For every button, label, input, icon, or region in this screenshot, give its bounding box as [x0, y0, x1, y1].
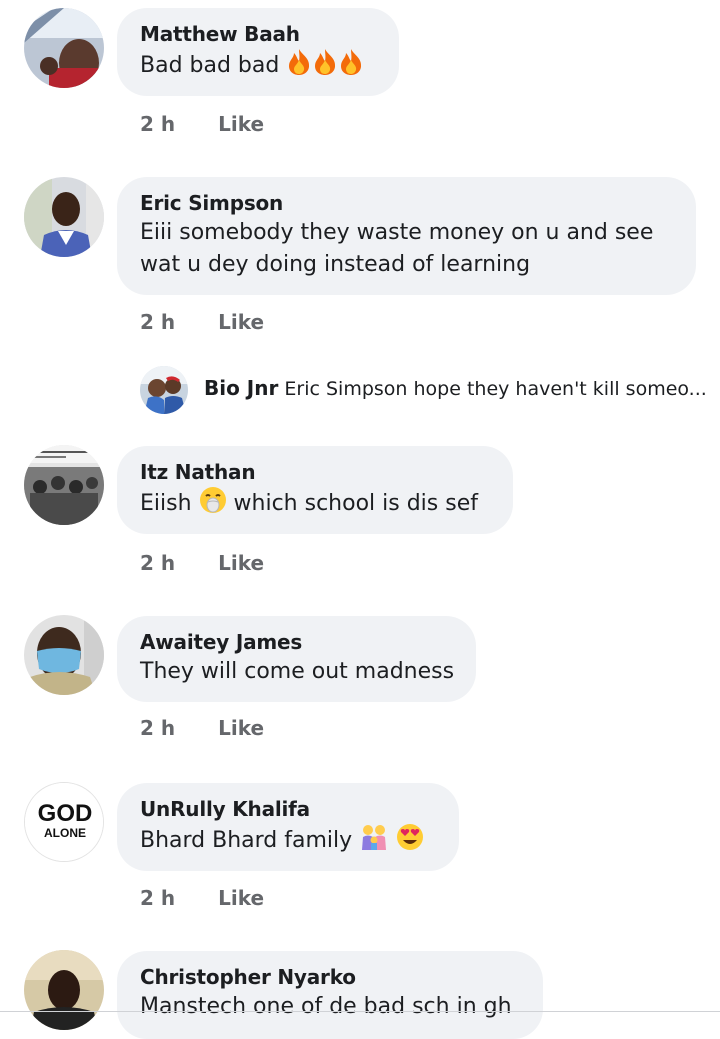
- fire-icon: [312, 48, 338, 86]
- timestamp[interactable]: 2 h: [140, 112, 175, 136]
- comment-meta: 2 h Like: [140, 716, 264, 740]
- fire-icon: [286, 48, 312, 86]
- like-button[interactable]: Like: [218, 310, 264, 334]
- vomiting-face-icon: [199, 486, 227, 524]
- like-button[interactable]: Like: [218, 886, 264, 910]
- reply-preview[interactable]: Eric Simpson hope they haven't kill some…: [284, 378, 706, 400]
- timestamp[interactable]: 2 h: [140, 716, 175, 740]
- timestamp[interactable]: 2 h: [140, 551, 175, 575]
- comment-text: Bhard Bhard family: [140, 823, 435, 861]
- comment-bubble[interactable]: Eric Simpson Eiii somebody they waste mo…: [117, 177, 696, 295]
- heart-eyes-icon: [396, 823, 424, 861]
- comment-text-line: Eiii somebody they waste money on u and …: [140, 220, 654, 245]
- avatar[interactable]: GOD ALONE: [24, 782, 104, 862]
- avatar[interactable]: [24, 445, 104, 525]
- reply-bio-jnr[interactable]: Bio Jnr Eric Simpson hope they haven't k…: [140, 366, 710, 414]
- logo-text: ALONE: [44, 826, 86, 840]
- fire-icon: [338, 48, 364, 86]
- comment-meta: 2 h Like: [140, 886, 264, 910]
- comment-bubble[interactable]: Awaitey James They will come out madness: [117, 616, 476, 702]
- commenter-name[interactable]: Eric Simpson: [140, 189, 672, 217]
- commenter-name[interactable]: Itz Nathan: [140, 458, 489, 486]
- commenter-name[interactable]: Christopher Nyarko: [140, 963, 519, 991]
- divider: [0, 1011, 720, 1012]
- logo-text: GOD: [38, 800, 93, 827]
- like-button[interactable]: Like: [218, 112, 264, 136]
- commenter-name[interactable]: Awaitey James: [140, 628, 452, 656]
- comment-text-line: wat u dey doing instead of learning: [140, 252, 531, 277]
- like-button[interactable]: Like: [218, 551, 264, 575]
- reply-avatar[interactable]: [140, 366, 188, 414]
- avatar[interactable]: [24, 950, 104, 1030]
- avatar[interactable]: [24, 615, 104, 695]
- comment-bubble[interactable]: UnRully Khalifa Bhard Bhard family: [117, 783, 459, 871]
- commenter-name[interactable]: Matthew Baah: [140, 20, 375, 48]
- comment-bubble[interactable]: Matthew Baah Bad bad bad: [117, 8, 399, 96]
- reply-text: Bio Jnr Eric Simpson hope they haven't k…: [204, 376, 707, 400]
- comment-bubble[interactable]: Christopher Nyarko Manstech one of de ba…: [117, 951, 543, 1039]
- comment-meta: 2 h Like: [140, 112, 264, 136]
- commenter-name[interactable]: UnRully Khalifa: [140, 795, 435, 823]
- reply-name[interactable]: Bio Jnr: [204, 376, 278, 400]
- comment-meta: 2 h Like: [140, 551, 264, 575]
- timestamp[interactable]: 2 h: [140, 310, 175, 334]
- comment-bubble[interactable]: Itz Nathan Eiish which school is dis sef: [117, 446, 513, 534]
- comment-meta: 2 h Like: [140, 310, 264, 334]
- comment-text: Eiish which school is dis sef: [140, 486, 489, 524]
- comment-text: Bad bad bad: [140, 48, 375, 86]
- comment-text: They will come out madness: [140, 659, 455, 684]
- comment-text: Manstech one of de bad sch in gh: [140, 994, 512, 1019]
- timestamp[interactable]: 2 h: [140, 886, 175, 910]
- like-button[interactable]: Like: [218, 716, 264, 740]
- avatar[interactable]: [24, 177, 104, 257]
- family-icon: [359, 823, 389, 861]
- avatar[interactable]: [24, 8, 104, 88]
